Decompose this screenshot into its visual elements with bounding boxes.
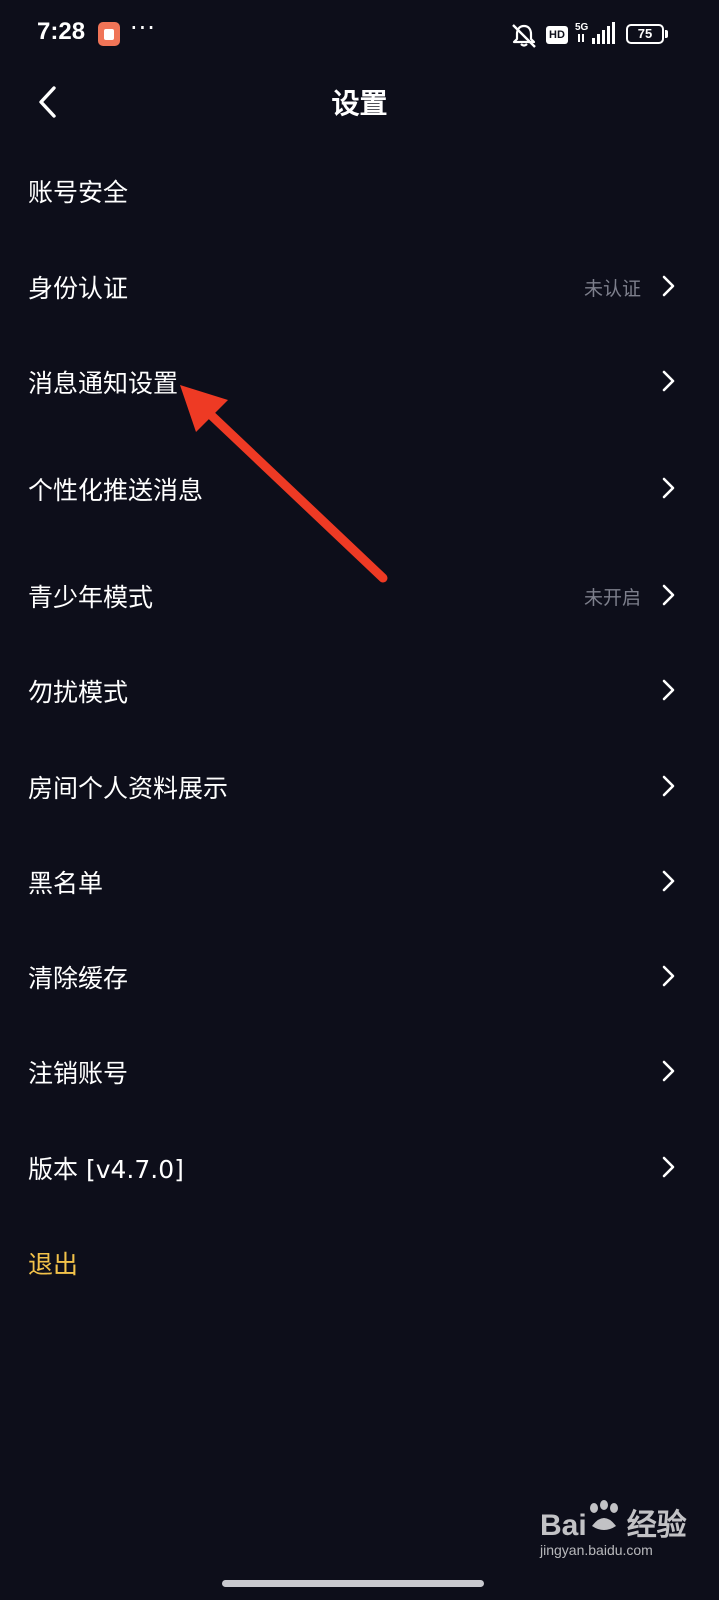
more-notifications-icon: ··· (130, 14, 156, 42)
battery-icon: 75 (626, 24, 664, 44)
settings-row-version[interactable]: 版本 [v4.7.0] (0, 1137, 719, 1197)
row-label: 消息通知设置 (28, 369, 179, 398)
row-label: 清除缓存 (28, 964, 129, 993)
row-label: 版本 [v4.7.0] (28, 1155, 184, 1184)
row-label: 账号安全 (28, 178, 129, 207)
logout-label: 退出 (28, 1250, 79, 1279)
page-title: 设置 (331, 87, 388, 120)
settings-row-room-profile-display[interactable]: 房间个人资料展示 (0, 756, 719, 816)
settings-row-clear-cache[interactable]: 清除缓存 (0, 946, 719, 1006)
bell-muted-icon (512, 24, 536, 48)
chevron-right-icon (662, 870, 675, 892)
settings-row-blacklist[interactable]: 黑名单 (0, 851, 719, 911)
settings-row-account-security[interactable]: 账号安全 (0, 160, 719, 220)
status-time: 7:28 (37, 18, 86, 45)
logout-button[interactable]: 退出 (0, 1232, 719, 1292)
chevron-right-icon (662, 965, 675, 987)
home-indicator[interactable] (222, 1580, 484, 1587)
settings-row-do-not-disturb[interactable]: 勿扰模式 (0, 660, 719, 720)
watermark-brand-prefix: Bai (540, 1509, 587, 1542)
annotation-arrow (180, 385, 388, 583)
battery-tip (665, 30, 668, 38)
chevron-right-icon (662, 370, 675, 392)
header: 设置 (0, 72, 719, 132)
app-notification-icon (98, 22, 120, 46)
row-label: 青少年模式 (28, 583, 154, 612)
settings-row-delete-account[interactable]: 注销账号 (0, 1041, 719, 1101)
settings-row-identity-verification[interactable]: 身份认证 未认证 (0, 256, 719, 316)
status-bar: 7:28 ··· HD 5G 75 (0, 0, 719, 70)
row-label: 身份认证 (28, 274, 129, 303)
row-status: 未开启 (583, 587, 641, 609)
chevron-right-icon (662, 1156, 675, 1178)
watermark-url: jingyan.baidu.com (540, 1542, 653, 1558)
network-type-label: 5G (575, 22, 589, 33)
baidu-watermark: Bai 经验 jingyan.baidu.com (540, 1500, 700, 1560)
row-label: 勿扰模式 (28, 678, 129, 707)
chevron-right-icon (662, 584, 675, 606)
chevron-right-icon (662, 477, 675, 499)
chevron-right-icon (662, 1060, 675, 1082)
row-label: 注销账号 (28, 1059, 129, 1088)
chevron-right-icon (662, 679, 675, 701)
signal-5g-icon: 5G (575, 22, 615, 44)
paw-icon (590, 1500, 618, 1530)
settings-screen: 7:28 ··· HD 5G 75 设置 账号安全 身份认证 未认证 消息通知设… (0, 0, 719, 1600)
watermark-brand-suffix: 经验 (626, 1509, 687, 1542)
row-label: 房间个人资料展示 (28, 774, 229, 803)
row-label: 黑名单 (28, 869, 104, 898)
chevron-right-icon (662, 275, 675, 297)
chevron-right-icon (662, 775, 675, 797)
row-status: 未认证 (583, 278, 641, 300)
hd-voice-icon: HD (546, 26, 568, 44)
